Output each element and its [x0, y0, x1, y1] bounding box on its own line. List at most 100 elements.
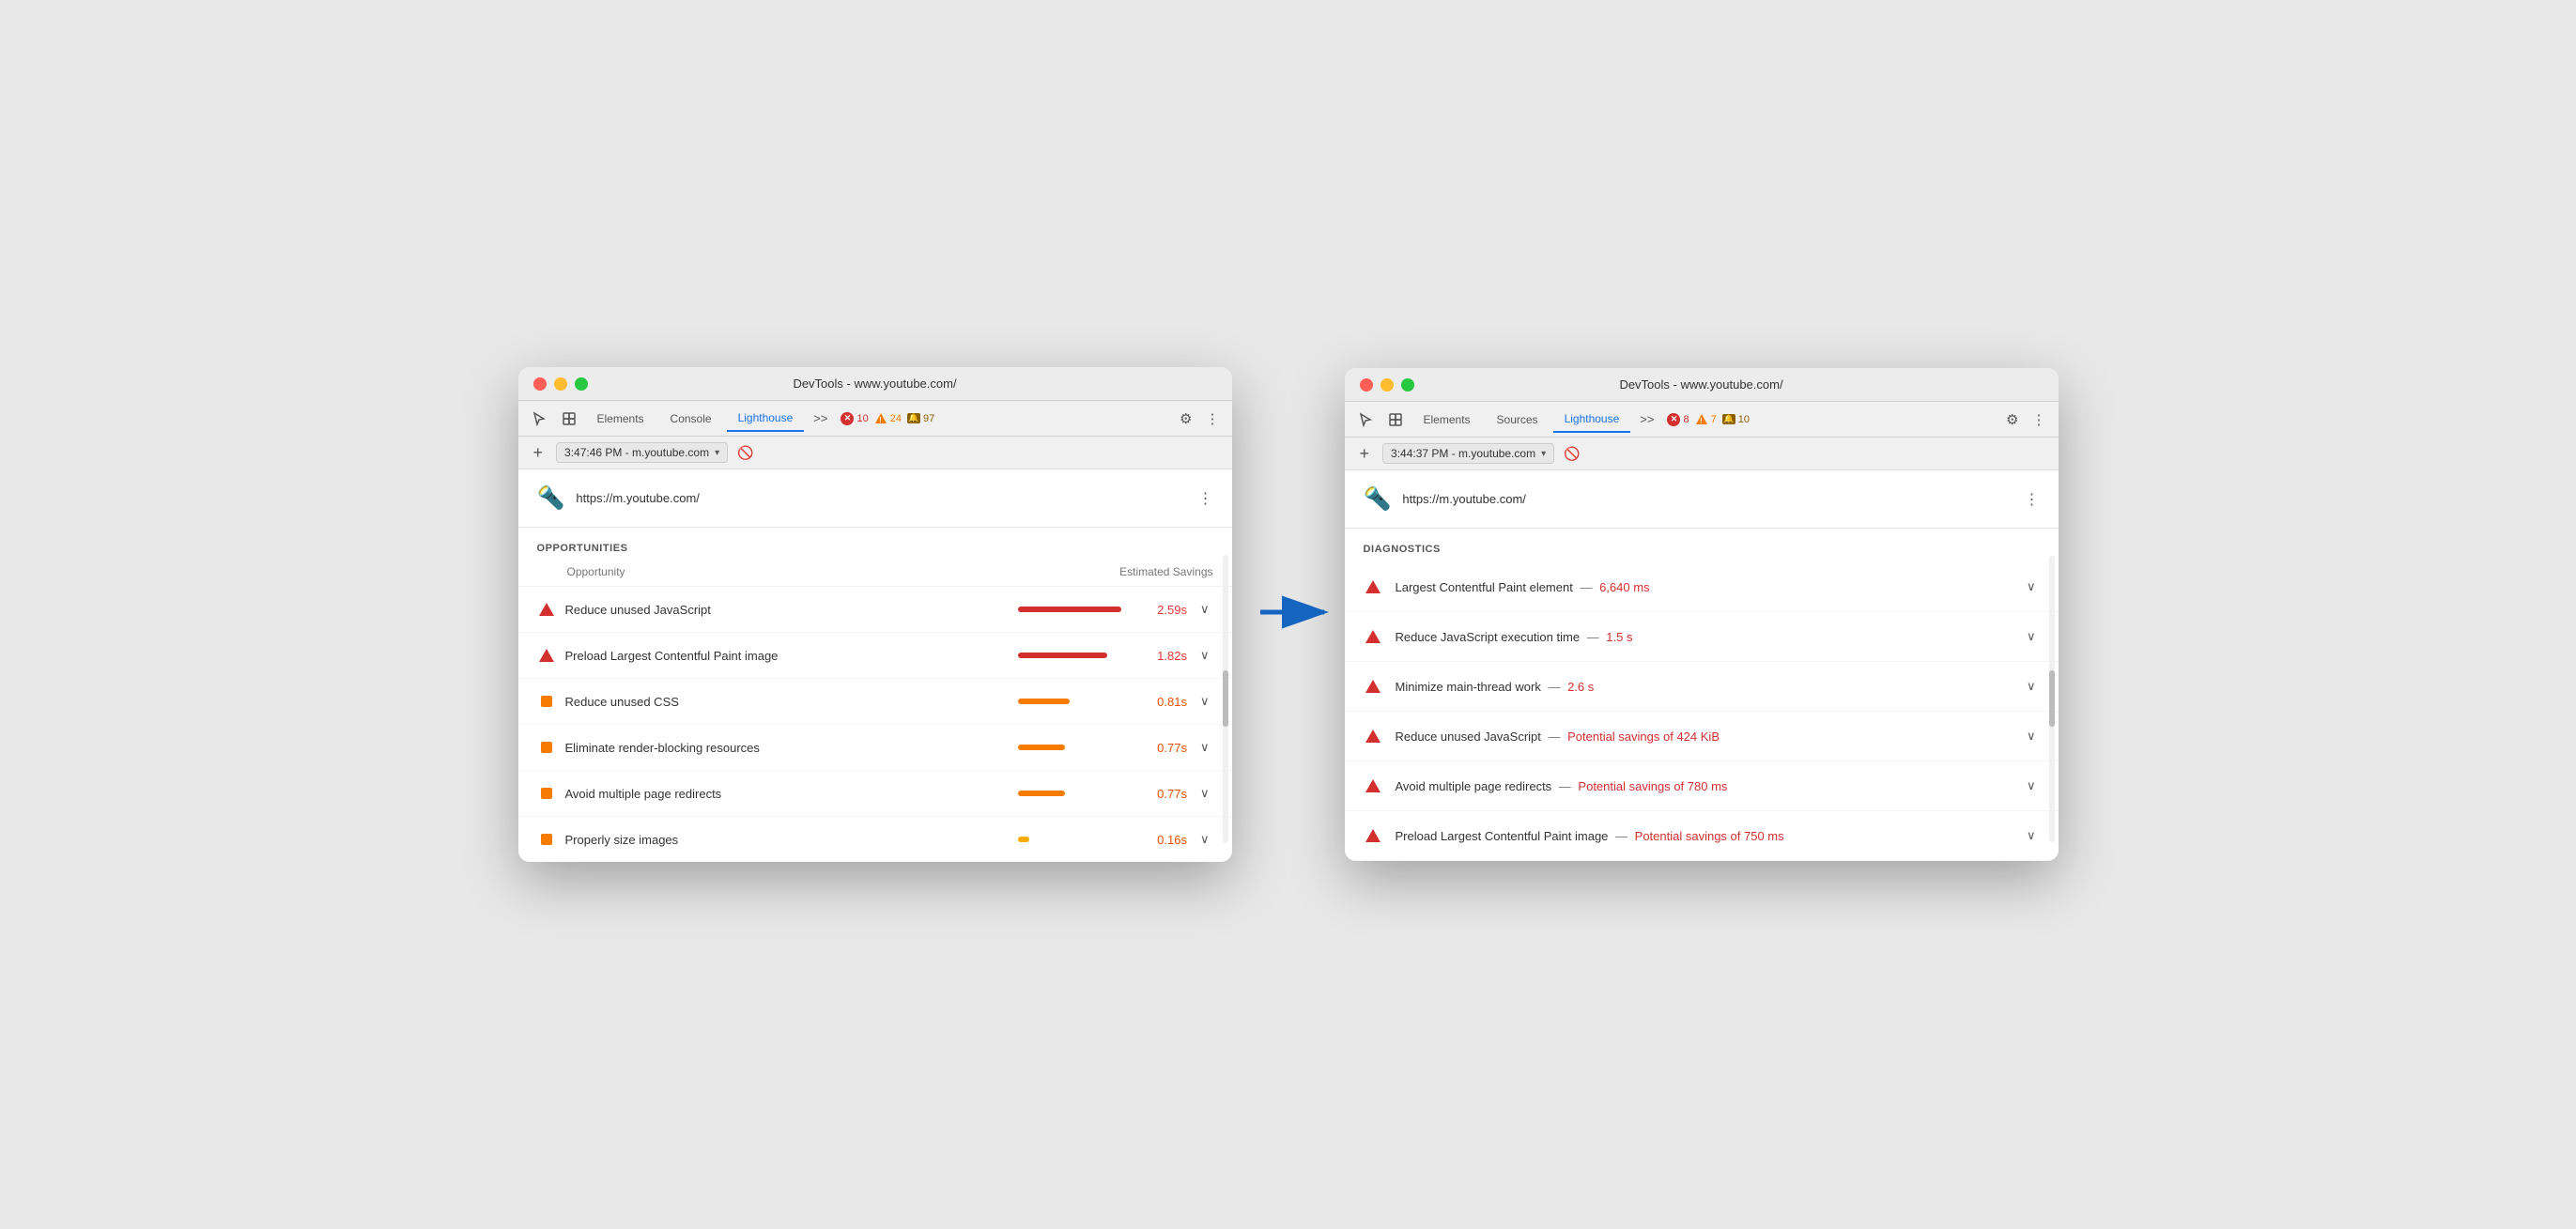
diag-red-triangle-4 [1365, 730, 1381, 743]
row4-chevron[interactable]: ∨ [1196, 738, 1213, 757]
info-badge: 🔔 97 [907, 413, 934, 424]
row5-label: Avoid multiple page redirects [565, 787, 1009, 801]
row2-bar [1018, 653, 1107, 658]
orange-square-icon-4 [541, 834, 552, 845]
tab-more-button[interactable]: >> [808, 407, 833, 429]
red-triangle-icon-2 [539, 649, 554, 662]
diag-row1-label: Largest Contentful Paint element — 6,640… [1396, 580, 2010, 594]
right-error-badge: ✕ 8 [1667, 413, 1689, 426]
diag-row4-label: Reduce unused JavaScript — Potential sav… [1396, 730, 2010, 744]
right-settings-button[interactable]: ⚙ [2001, 407, 2023, 432]
right-tab-more-button[interactable]: >> [1634, 408, 1659, 430]
diag-row5-chevron[interactable]: ∨ [2023, 776, 2040, 795]
right-more-vert-button[interactable]: ⋮ [2025, 490, 2040, 509]
orange-square-icon [541, 696, 552, 707]
error-badge: ✕ 10 [841, 412, 868, 425]
right-title-bar: DevTools - www.youtube.com/ [1345, 368, 2059, 402]
row6-chevron[interactable]: ∨ [1196, 830, 1213, 849]
diag-row1-chevron[interactable]: ∨ [2023, 577, 2040, 596]
row4-time: 0.77s [1140, 741, 1187, 755]
red-triangle-icon [539, 603, 554, 616]
maximize-button[interactable] [575, 377, 588, 391]
diag-row5-dash: — [1559, 779, 1571, 793]
diag-row2-icon [1364, 630, 1382, 643]
right-more-options-button[interactable]: ⋮ [2028, 407, 2051, 432]
right-url-pill[interactable]: 3:44:37 PM - m.youtube.com ▾ [1382, 443, 1554, 464]
right-info-icon: 🔔 [1722, 414, 1735, 424]
row2-chevron[interactable]: ∨ [1196, 646, 1213, 665]
row5-chevron[interactable]: ∨ [1196, 784, 1213, 803]
scrollbar[interactable] [1223, 555, 1228, 843]
right-content: 🔦 https://m.youtube.com/ ⋮ DIAGNOSTICS L… [1345, 470, 2059, 861]
right-devtools-window: DevTools - www.youtube.com/ Elements Sou… [1345, 368, 2059, 861]
left-window-controls [533, 377, 588, 391]
diag-row3-chevron[interactable]: ∨ [2023, 677, 2040, 696]
row6-icon [537, 834, 556, 845]
inspect-icon [562, 411, 577, 426]
diag-row5-label: Avoid multiple page redirects — Potentia… [1396, 779, 2010, 793]
row4-bar-container [1018, 745, 1131, 750]
close-button[interactable] [533, 377, 547, 391]
diag-row6-dash: — [1615, 829, 1627, 843]
right-tab-lighthouse[interactable]: Lighthouse [1553, 407, 1631, 433]
right-cursor-icon-btn[interactable] [1352, 408, 1379, 431]
right-inspect-icon-btn[interactable] [1382, 408, 1409, 431]
row1-chevron[interactable]: ∨ [1196, 600, 1213, 619]
right-cursor-icon [1358, 412, 1373, 427]
right-tab-sources[interactable]: Sources [1486, 407, 1550, 432]
diag-row2-chevron[interactable]: ∨ [2023, 627, 2040, 646]
url-pill[interactable]: 3:47:46 PM - m.youtube.com ▾ [556, 442, 728, 463]
error-icon: ✕ [841, 412, 854, 425]
row1-time: 2.59s [1140, 603, 1187, 617]
lh-url: https://m.youtube.com/ [576, 491, 1186, 505]
row6-bar-container [1018, 837, 1131, 842]
left-tab-bar: Elements Console Lighthouse >> ✕ 10 ! 24… [518, 401, 1232, 437]
diag-row6-chevron[interactable]: ∨ [2023, 826, 2040, 845]
diag-row4-chevron[interactable]: ∨ [2023, 727, 2040, 745]
right-dropdown-arrow[interactable]: ▾ [1541, 449, 1546, 459]
orange-square-icon-3 [541, 788, 552, 799]
row5-bar [1018, 791, 1065, 796]
warning-icon: ! [874, 412, 887, 424]
svg-text:!: ! [879, 416, 882, 424]
right-scrollbar[interactable] [2049, 556, 2055, 842]
right-add-button[interactable]: + [1356, 445, 1374, 462]
tab-lighthouse[interactable]: Lighthouse [727, 406, 805, 432]
add-button[interactable]: + [530, 444, 548, 461]
row6-time: 0.16s [1140, 833, 1187, 847]
dropdown-arrow[interactable]: ▾ [715, 448, 719, 458]
badge-group: ✕ 10 ! 24 🔔 97 [841, 412, 934, 425]
right-lh-url: https://m.youtube.com/ [1402, 492, 2013, 506]
inspect-icon-btn[interactable] [556, 407, 582, 430]
lighthouse-icon: 🔦 [537, 484, 565, 512]
right-badge-group: ✕ 8 ! 7 🔔 10 [1667, 413, 1750, 426]
right-tab-elements[interactable]: Elements [1412, 407, 1482, 432]
right-address-bar: + 3:44:37 PM - m.youtube.com ▾ 🚫 [1345, 438, 2059, 470]
row3-time: 0.81s [1140, 695, 1187, 709]
orange-square-icon-2 [541, 742, 552, 753]
right-window-title: DevTools - www.youtube.com/ [1619, 377, 1782, 392]
diag-row3-icon [1364, 680, 1382, 693]
row6-bar [1018, 837, 1029, 842]
row2-bar-container [1018, 653, 1131, 658]
opp-row-6: Properly size images 0.16s ∨ [518, 817, 1232, 862]
right-maximize-button[interactable] [1401, 378, 1414, 392]
diag-row4-icon [1364, 730, 1382, 743]
row6-label: Properly size images [565, 833, 1009, 847]
lh-header: 🔦 https://m.youtube.com/ ⋮ [518, 469, 1232, 528]
diag-red-triangle-6 [1365, 829, 1381, 842]
cursor-icon-btn[interactable] [526, 407, 552, 430]
opp-row-1: Reduce unused JavaScript 2.59s ∨ [518, 587, 1232, 633]
tab-elements[interactable]: Elements [586, 407, 656, 431]
minimize-button[interactable] [554, 377, 567, 391]
more-vert-button[interactable]: ⋮ [1198, 489, 1213, 508]
diag-row-5: Avoid multiple page redirects — Potentia… [1345, 761, 2059, 811]
more-options-button[interactable]: ⋮ [1201, 407, 1225, 431]
settings-button[interactable]: ⚙ [1175, 407, 1196, 431]
row3-chevron[interactable]: ∨ [1196, 692, 1213, 711]
row3-label: Reduce unused CSS [565, 695, 1009, 709]
diag-row-2: Reduce JavaScript execution time — 1.5 s… [1345, 612, 2059, 662]
right-close-button[interactable] [1360, 378, 1373, 392]
right-minimize-button[interactable] [1381, 378, 1394, 392]
tab-console[interactable]: Console [659, 407, 723, 431]
